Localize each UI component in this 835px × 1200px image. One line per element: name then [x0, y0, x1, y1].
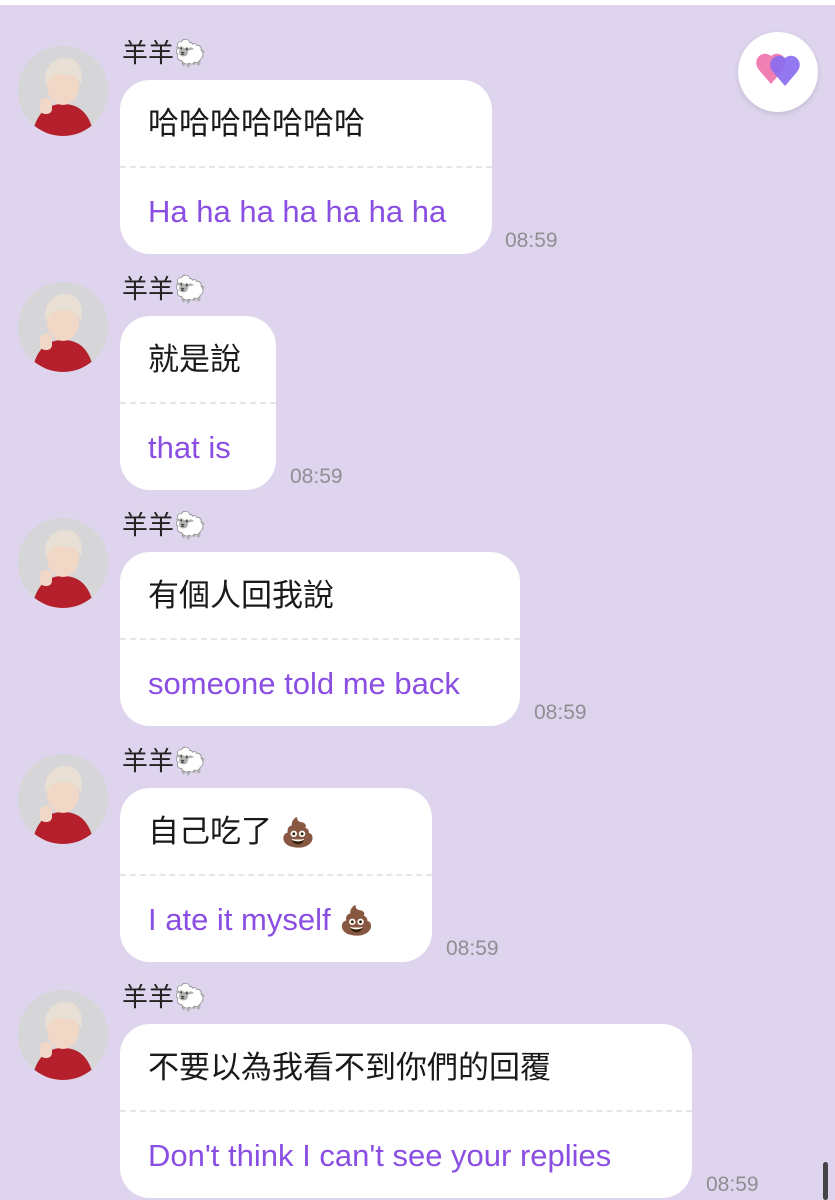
translation-text: I ate it myself 💩	[148, 902, 375, 937]
message-item: 羊羊🐑 不要以為我看不到你們的回覆 Don't think I can't se…	[0, 960, 835, 1198]
sender-name: 羊羊🐑	[122, 510, 207, 540]
message-bubble[interactable]: 就是說 that is	[120, 316, 276, 490]
divider	[120, 1110, 692, 1112]
sender-name: 羊羊🐑	[122, 746, 207, 776]
message-item: 羊羊🐑 就是說 that is 08:59	[0, 252, 835, 490]
sheep-icon: 🐑	[174, 982, 207, 1012]
avatar-photo	[18, 282, 108, 372]
original-text: 哈哈哈哈哈哈哈	[148, 106, 365, 141]
avatar[interactable]	[18, 46, 108, 136]
translation-text: Don't think I can't see your replies	[148, 1138, 612, 1173]
translation-text: someone told me back	[148, 666, 460, 701]
timestamp: 08:59	[706, 1173, 759, 1196]
avatar[interactable]	[18, 518, 108, 608]
translation-text: that is	[148, 430, 231, 465]
top-strip	[0, 0, 835, 5]
avatar-photo	[18, 518, 108, 608]
message-bubble[interactable]: 有個人回我說 someone told me back	[120, 552, 520, 726]
favorite-button[interactable]	[738, 32, 818, 112]
timestamp: 08:59	[534, 701, 587, 724]
sheep-icon: 🐑	[174, 510, 207, 540]
message-item: 羊羊🐑 自己吃了 💩 I ate it myself 💩 08:59	[0, 724, 835, 962]
poop-emoji-icon: 💩	[280, 816, 316, 849]
sheep-icon: 🐑	[174, 746, 207, 776]
avatar-photo	[18, 46, 108, 136]
message-bubble[interactable]: 哈哈哈哈哈哈哈 Ha ha ha ha ha ha ha	[120, 80, 492, 254]
timestamp: 08:59	[446, 937, 499, 960]
sender-name: 羊羊🐑	[122, 38, 207, 68]
original-text: 自己吃了 💩	[148, 814, 316, 849]
sender-name: 羊羊🐑	[122, 274, 207, 304]
heart-icon	[756, 53, 800, 86]
message-bubble[interactable]: 自己吃了 💩 I ate it myself 💩	[120, 788, 432, 962]
message-item: 羊羊🐑 有個人回我說 someone told me back 08:59	[0, 488, 835, 726]
divider	[120, 874, 432, 876]
sheep-icon: 🐑	[174, 38, 207, 68]
avatar-photo	[18, 754, 108, 844]
poop-emoji-icon: 💩	[339, 904, 375, 937]
divider	[120, 638, 520, 640]
message-item: 羊羊🐑 哈哈哈哈哈哈哈 Ha ha ha ha ha ha ha 08:59	[0, 16, 835, 254]
divider	[120, 166, 492, 168]
translation-text: Ha ha ha ha ha ha ha	[148, 194, 447, 229]
original-text: 不要以為我看不到你們的回覆	[148, 1050, 551, 1085]
scroll-indicator[interactable]	[823, 1162, 828, 1200]
divider	[120, 402, 276, 404]
message-bubble[interactable]: 不要以為我看不到你們的回覆 Don't think I can't see yo…	[120, 1024, 692, 1198]
avatar-photo	[18, 990, 108, 1080]
sheep-icon: 🐑	[174, 274, 207, 304]
avatar[interactable]	[18, 990, 108, 1080]
timestamp: 08:59	[505, 229, 558, 252]
original-text: 就是說	[148, 342, 241, 377]
avatar[interactable]	[18, 282, 108, 372]
sender-name: 羊羊🐑	[122, 982, 207, 1012]
original-text: 有個人回我說	[148, 578, 334, 613]
avatar[interactable]	[18, 754, 108, 844]
timestamp: 08:59	[290, 465, 343, 488]
